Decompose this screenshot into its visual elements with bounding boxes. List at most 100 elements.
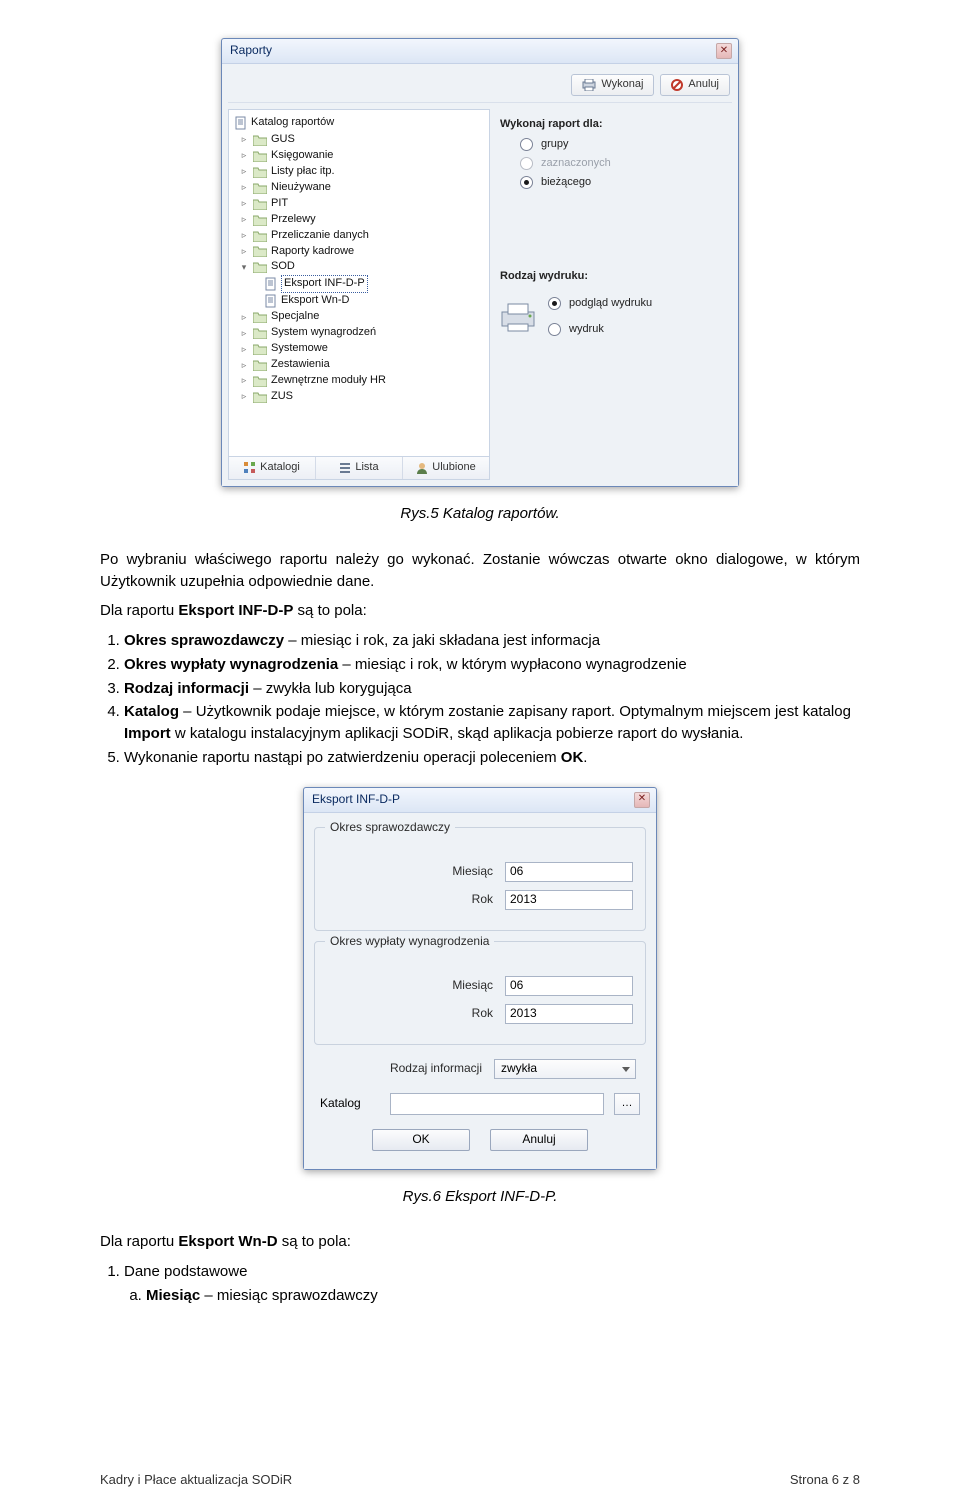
folder-icon <box>253 134 267 146</box>
field-rodzaj: Rodzaj informacji zwykła <box>320 1059 636 1079</box>
expand-icon[interactable]: ▹ <box>239 245 249 258</box>
tab-lista[interactable]: Lista <box>316 457 403 479</box>
window-titlebar: Eksport INF-D-P ✕ <box>304 788 656 813</box>
field-miesiac2: Miesiąc 06 <box>327 976 633 996</box>
tree-label: Zewnętrzne moduły HR <box>271 373 386 389</box>
close-icon[interactable]: ✕ <box>716 43 732 59</box>
folder-icon <box>253 359 267 371</box>
field-label: Miesiąc <box>327 863 493 880</box>
paragraph: Dla raportu Eksport Wn-D są to pola: <box>100 1231 860 1253</box>
tree-folder[interactable]: ▹Systemowe <box>235 341 485 357</box>
tree-folder[interactable]: ▹Raporty kadrowe <box>235 244 485 260</box>
feature-list-2: Dane podstawowe Miesiąc – miesiąc sprawo… <box>124 1261 860 1307</box>
miesiac-input[interactable]: 06 <box>505 976 633 996</box>
tree-folder-sod[interactable]: ▾ SOD <box>235 259 485 275</box>
tree-folder[interactable]: ▹ System wynagrodzeń <box>235 325 485 341</box>
tree-label: System wynagrodzeń <box>271 325 376 341</box>
footer-left: Kadry i Płace aktualizacja SODiR <box>100 1471 292 1490</box>
folder-icon <box>253 343 267 355</box>
expand-icon[interactable]: ▹ <box>239 181 249 194</box>
tree-folder[interactable]: ▹ZUS <box>235 389 485 405</box>
page-footer: Kadry i Płace aktualizacja SODiR Strona … <box>100 1471 860 1490</box>
paragraph: Dla raportu Eksport INF-D-P są to pola: <box>100 600 860 622</box>
radio-biezacego[interactable]: bieżącego <box>520 175 730 191</box>
folder-icon <box>253 214 267 226</box>
radio-icon <box>520 157 533 170</box>
tree-icon <box>244 462 256 474</box>
radio-icon <box>520 138 533 151</box>
paragraph: Po wybraniu właściwego raportu należy go… <box>100 549 860 593</box>
miesiac-input[interactable]: 06 <box>505 862 633 882</box>
tree-folder[interactable]: ▹Listy płac itp. <box>235 164 485 180</box>
group-title: Okres sprawozdawczy <box>325 819 455 836</box>
expand-icon[interactable]: ▹ <box>239 197 249 210</box>
tree-folder[interactable]: ▹Przeliczanie danych <box>235 228 485 244</box>
list-item: Okres sprawozdawczy – miesiąc i rok, za … <box>124 630 860 652</box>
radio-grupy[interactable]: grupy <box>520 137 730 153</box>
expand-icon[interactable]: ▹ <box>239 343 249 356</box>
list-item: Rodzaj informacji – zwykła lub korygując… <box>124 678 860 700</box>
file-icon <box>265 277 277 291</box>
expand-icon[interactable]: ▹ <box>239 229 249 242</box>
tree-folder[interactable]: ▹PIT <box>235 196 485 212</box>
folder-icon <box>253 375 267 387</box>
tree-folder[interactable]: ▹Przelewy <box>235 212 485 228</box>
tree-folder[interactable]: ▹Nieużywane <box>235 180 485 196</box>
figure-caption: Rys.5 Katalog raportów. <box>100 503 860 525</box>
expand-icon[interactable]: ▹ <box>239 149 249 162</box>
folder-icon <box>253 391 267 403</box>
cancel-button[interactable]: Anuluj <box>490 1129 588 1151</box>
folder-icon <box>253 245 267 257</box>
wykonaj-button[interactable]: Wykonaj <box>571 74 654 96</box>
tree-folder[interactable]: ▹Księgowanie <box>235 148 485 164</box>
expand-icon[interactable]: ▹ <box>239 374 249 387</box>
tree-root[interactable]: Katalog raportów <box>235 114 485 132</box>
expand-icon[interactable]: ▹ <box>239 327 249 340</box>
footer-right: Strona 6 z 8 <box>790 1471 860 1490</box>
expand-icon[interactable]: ▹ <box>239 311 249 324</box>
radio-label: bieżącego <box>541 175 591 191</box>
dialog-buttons: OK Anuluj <box>310 1129 650 1151</box>
tab-ulubione[interactable]: Ulubione <box>403 457 489 479</box>
tree-folder[interactable]: ▹Zestawienia <box>235 357 485 373</box>
tree-folder[interactable]: ▹ GUS <box>235 132 485 148</box>
katalog-input[interactable] <box>390 1093 604 1115</box>
browse-button[interactable]: … <box>614 1093 640 1115</box>
rodzaj-select[interactable]: zwykła <box>494 1059 636 1079</box>
list-item: Miesiąc – miesiąc sprawozdawczy <box>146 1285 860 1307</box>
tab-label: Katalogi <box>260 460 300 476</box>
folder-icon <box>253 230 267 242</box>
user-icon <box>416 462 428 474</box>
folder-icon <box>253 166 267 178</box>
folder-icon <box>253 198 267 210</box>
rok-input[interactable]: 2013 <box>505 1004 633 1024</box>
tree-label-selected: Eksport INF-D-P <box>281 275 368 293</box>
expand-icon[interactable]: ▹ <box>239 133 249 146</box>
radio-wydruk[interactable]: wydruk <box>548 322 652 338</box>
catalog-tree[interactable]: Katalog raportów ▹ GUS▹Księgowanie▹Listy … <box>229 110 489 456</box>
tree-file-wnd[interactable]: Eksport Wn-D <box>235 293 485 309</box>
tree-folder[interactable]: ▹Specjalne <box>235 309 485 325</box>
list-item: Okres wypłaty wynagrodzenia – miesiąc i … <box>124 654 860 676</box>
tab-label: Ulubione <box>432 460 475 476</box>
anuluj-button[interactable]: Anuluj <box>660 74 730 96</box>
field-miesiac: Miesiąc 06 <box>327 862 633 882</box>
expand-icon[interactable]: ▹ <box>239 359 249 372</box>
tree-folder[interactable]: ▹ Zewnętrzne moduły HR <box>235 373 485 389</box>
cancel-icon <box>671 79 683 91</box>
field-rok2: Rok 2013 <box>327 1004 633 1024</box>
tree-label: GUS <box>271 132 295 148</box>
folder-icon <box>253 261 267 273</box>
tree-file-infdp[interactable]: Eksport INF-D-P <box>235 275 485 293</box>
window-titlebar: Raporty ✕ <box>222 39 738 64</box>
radio-podglad[interactable]: podgląd wydruku <box>548 296 652 312</box>
ok-button[interactable]: OK <box>372 1129 470 1151</box>
expand-icon[interactable]: ▹ <box>239 390 249 403</box>
rok-input[interactable]: 2013 <box>505 890 633 910</box>
expand-icon[interactable]: ▹ <box>239 165 249 178</box>
tab-katalogi[interactable]: Katalogi <box>229 457 316 479</box>
expand-icon[interactable]: ▹ <box>239 213 249 226</box>
close-icon[interactable]: ✕ <box>634 792 650 808</box>
folder-icon <box>253 150 267 162</box>
expand-down-icon[interactable]: ▾ <box>239 261 249 274</box>
